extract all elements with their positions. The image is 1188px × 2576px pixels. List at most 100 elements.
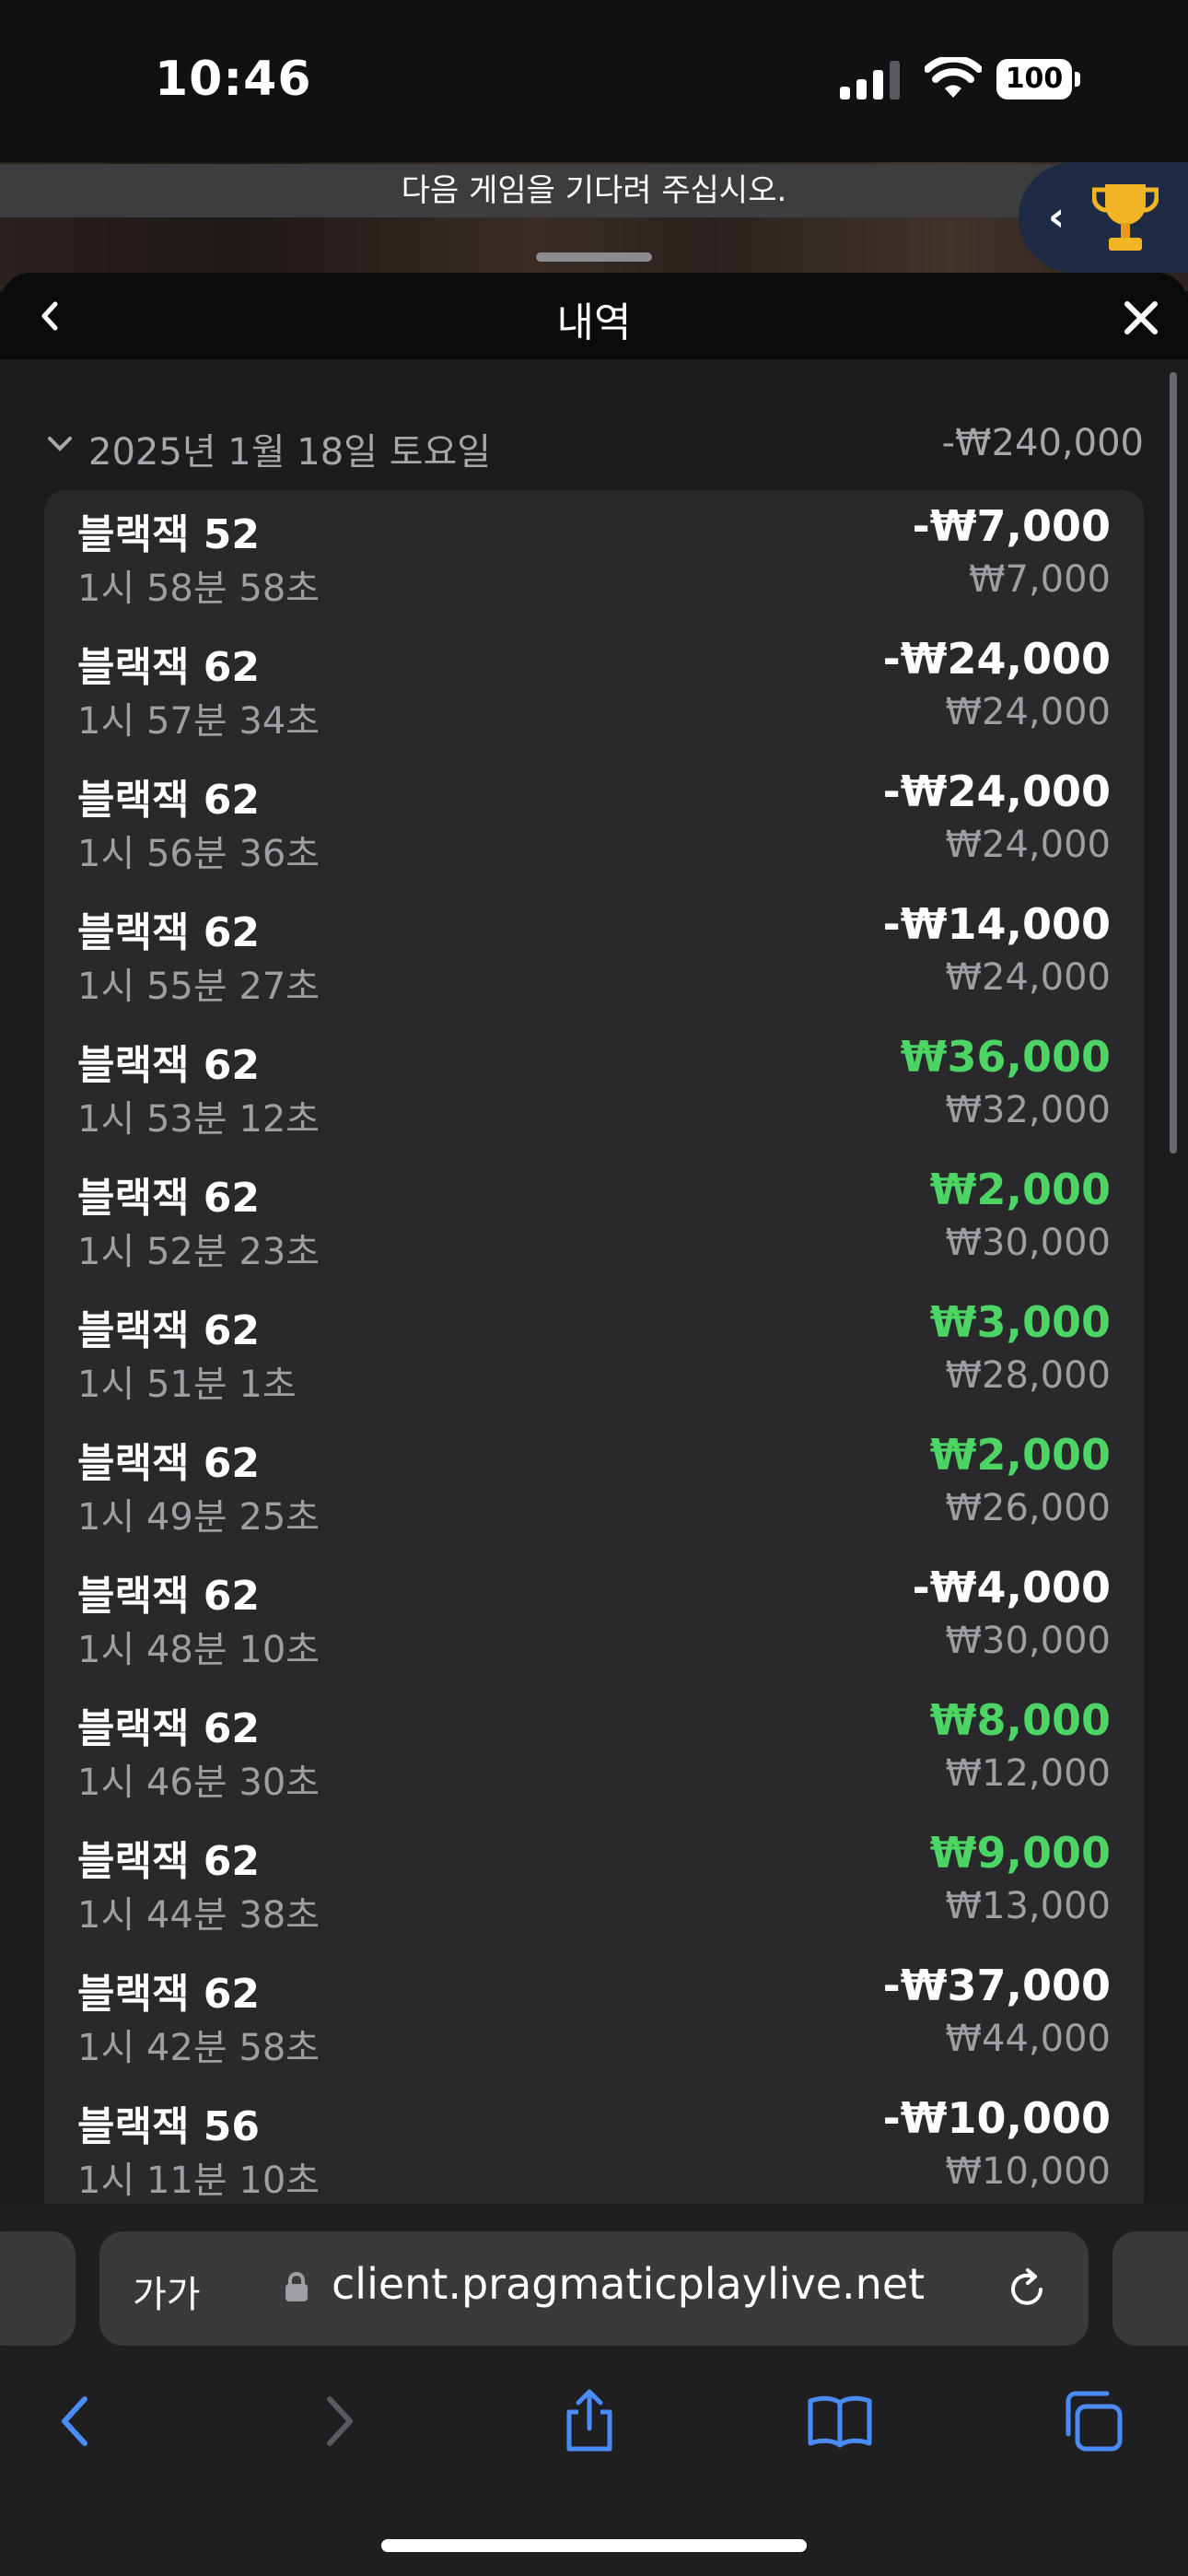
back-icon[interactable] — [44, 2388, 111, 2454]
history-row[interactable]: 블랙잭 62 1시 55분 27초 -₩14,000 ₩24,000 — [77, 899, 1111, 1032]
date-group-header[interactable]: 2025년 1월 18일 토요일 -₩240,000 — [44, 422, 1144, 474]
wifi-icon — [925, 57, 982, 98]
round-time: 1시 57분 34초 — [77, 700, 320, 743]
game-name: 블랙잭 62 — [77, 1573, 260, 1620]
close-icon[interactable] — [1120, 297, 1162, 339]
tabs-icon[interactable] — [1059, 2388, 1125, 2454]
battery-level: 100 — [996, 59, 1072, 100]
home-indicator[interactable] — [381, 2539, 807, 2552]
history-row[interactable]: 블랙잭 62 1시 57분 34초 -₩24,000 ₩24,000 — [77, 634, 1111, 767]
game-name: 블랙잭 62 — [77, 1042, 260, 1089]
round-time: 1시 48분 10초 — [77, 1629, 320, 1671]
history-row[interactable]: 블랙잭 52 1시 58분 58초 -₩7,000 ₩7,000 — [77, 501, 1111, 634]
round-time: 1시 58분 58초 — [77, 568, 320, 610]
round-time: 1시 42분 58초 — [77, 2027, 320, 2069]
round-time: 1시 46분 30초 — [77, 1762, 320, 1804]
bet-amount: ₩7,000 — [968, 558, 1111, 601]
win-loss-amount: ₩2,000 — [929, 1430, 1111, 1480]
game-name: 블랙잭 52 — [77, 511, 260, 558]
game-name: 블랙잭 62 — [77, 1705, 260, 1752]
trophy-button[interactable]: ‹ — [1019, 162, 1188, 273]
bet-amount: ₩30,000 — [945, 1222, 1111, 1264]
bet-amount: ₩24,000 — [945, 691, 1111, 733]
win-loss-amount: -₩14,000 — [882, 899, 1111, 949]
history-sheet: 내역 2025년 1월 18일 토요일 -₩240,000 블랙잭 52 1시 5… — [0, 273, 1188, 2204]
bet-amount: ₩13,000 — [945, 1885, 1111, 1927]
forward-icon[interactable] — [304, 2388, 370, 2454]
battery-icon: 100 — [996, 59, 1081, 100]
round-time: 1시 51분 1초 — [77, 1364, 297, 1406]
lock-icon — [285, 2272, 308, 2301]
bet-amount: ₩30,000 — [945, 1620, 1111, 1662]
round-time: 1시 44분 38초 — [77, 1894, 320, 1937]
battery-nub — [1075, 72, 1080, 87]
win-loss-amount: -₩10,000 — [882, 2093, 1111, 2143]
bet-amount: ₩28,000 — [945, 1354, 1111, 1397]
bookmarks-icon[interactable] — [807, 2388, 873, 2454]
round-time: 1시 11분 10초 — [77, 2160, 320, 2202]
game-name: 블랙잭 62 — [77, 777, 260, 824]
game-name: 블랙잭 62 — [77, 1838, 260, 1885]
sheet-title: 내역 — [556, 299, 632, 346]
status-time: 10:46 — [155, 52, 312, 107]
round-time: 1시 56분 36초 — [77, 833, 320, 875]
bet-amount: ₩44,000 — [945, 2018, 1111, 2060]
win-loss-amount: ₩8,000 — [929, 1695, 1111, 1745]
sheet-grabber[interactable] — [536, 252, 652, 262]
history-row[interactable]: 블랙잭 62 1시 46분 30초 ₩8,000 ₩12,000 — [77, 1695, 1111, 1828]
win-loss-amount: -₩4,000 — [912, 1563, 1111, 1612]
game-name: 블랙잭 62 — [77, 644, 260, 691]
signal-icon — [840, 61, 900, 100]
win-loss-amount: ₩36,000 — [900, 1032, 1111, 1082]
status-bar: 10:46 100 — [0, 0, 1188, 162]
history-row[interactable]: 블랙잭 62 1시 53분 12초 ₩36,000 ₩32,000 — [77, 1032, 1111, 1165]
history-row[interactable]: 블랙잭 62 1시 52분 23초 ₩2,000 ₩30,000 — [77, 1165, 1111, 1297]
history-row[interactable]: 블랙잭 62 1시 51분 1초 ₩3,000 ₩28,000 — [77, 1297, 1111, 1430]
address-bar[interactable]: 가가 client.pragmaticplaylive.net — [99, 2231, 1089, 2346]
win-loss-amount: ₩9,000 — [929, 1828, 1111, 1878]
win-loss-amount: -₩24,000 — [882, 767, 1111, 816]
bet-amount: ₩26,000 — [945, 1487, 1111, 1529]
win-loss-amount: -₩7,000 — [912, 501, 1111, 551]
round-time: 1시 49분 25초 — [77, 1496, 320, 1539]
bet-amount: ₩32,000 — [945, 1089, 1111, 1131]
reload-icon[interactable] — [1002, 2265, 1052, 2314]
chevron-down-icon — [48, 437, 72, 451]
date-label: 2025년 1월 18일 토요일 — [88, 431, 492, 474]
game-status-banner: 다음 게임을 기다려 주십시오. — [0, 164, 1188, 217]
history-row[interactable]: 블랙잭 56 1시 11분 10초 -₩10,000 ₩10,000 — [77, 2093, 1111, 2204]
bet-amount: ₩12,000 — [945, 1752, 1111, 1795]
history-row[interactable]: 블랙잭 62 1시 42분 58초 -₩37,000 ₩44,000 — [77, 1961, 1111, 2093]
win-loss-amount: -₩37,000 — [882, 1961, 1111, 2010]
bet-amount: ₩24,000 — [945, 824, 1111, 866]
win-loss-amount: ₩2,000 — [929, 1165, 1111, 1214]
history-row[interactable]: 블랙잭 62 1시 48분 10초 -₩4,000 ₩30,000 — [77, 1563, 1111, 1695]
game-name: 블랙잭 62 — [77, 1175, 260, 1222]
game-name: 블랙잭 62 — [77, 1971, 260, 2018]
browser-toolbar: 가가 client.pragmaticplaylive.net — [0, 2204, 1188, 2576]
round-time: 1시 52분 23초 — [77, 1231, 320, 1273]
round-time: 1시 55분 27초 — [77, 966, 320, 1008]
scrollbar[interactable] — [1170, 372, 1177, 1153]
trophy-icon — [1092, 184, 1159, 251]
game-name: 블랙잭 62 — [77, 1440, 260, 1487]
history-row[interactable]: 블랙잭 62 1시 49분 25초 ₩2,000 ₩26,000 — [77, 1430, 1111, 1563]
previous-tab[interactable] — [0, 2231, 76, 2346]
sheet-header: 내역 — [0, 273, 1188, 359]
history-list: 블랙잭 52 1시 58분 58초 -₩7,000 ₩7,000 블랙잭 62 1시 57… — [44, 490, 1144, 2204]
win-loss-amount: ₩3,000 — [929, 1297, 1111, 1347]
bet-amount: ₩24,000 — [945, 956, 1111, 999]
round-time: 1시 53분 12초 — [77, 1098, 320, 1141]
share-icon[interactable] — [556, 2388, 623, 2454]
date-total: -₩240,000 — [941, 422, 1144, 464]
game-name: 블랙잭 62 — [77, 909, 260, 956]
chevron-left-icon: ‹ — [1048, 193, 1066, 240]
history-row[interactable]: 블랙잭 62 1시 56분 36초 -₩24,000 ₩24,000 — [77, 767, 1111, 899]
game-name: 블랙잭 56 — [77, 2103, 260, 2150]
history-row[interactable]: 블랙잭 62 1시 44분 38초 ₩9,000 ₩13,000 — [77, 1828, 1111, 1961]
text-size-button[interactable]: 가가 — [133, 2265, 201, 2318]
next-tab[interactable] — [1112, 2231, 1188, 2346]
url-text: client.pragmaticplaylive.net — [332, 2259, 926, 2309]
game-name: 블랙잭 62 — [77, 1307, 260, 1354]
bet-amount: ₩10,000 — [945, 2150, 1111, 2193]
